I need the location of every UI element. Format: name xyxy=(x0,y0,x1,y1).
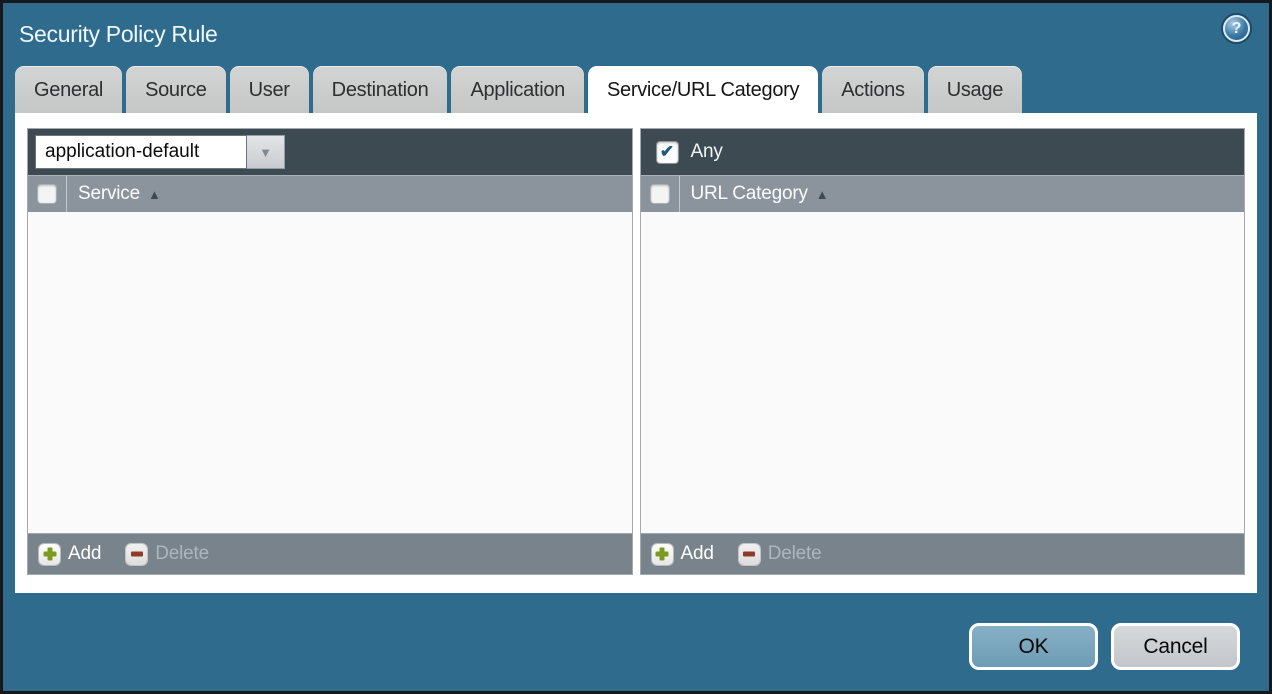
service-panel-header: ▼ xyxy=(28,129,632,175)
security-policy-rule-dialog: Security Policy Rule ? General Source Us… xyxy=(0,0,1272,694)
url-category-column-header: URL Category ▲ xyxy=(641,175,1245,212)
delete-icon xyxy=(739,544,760,565)
add-icon xyxy=(39,544,60,565)
tab-bar: General Source User Destination Applicat… xyxy=(3,65,1269,113)
service-add-label: Add xyxy=(68,543,101,565)
service-select-all-checkbox[interactable] xyxy=(38,185,56,203)
url-category-select-all-checkbox[interactable] xyxy=(651,185,669,203)
service-column-label[interactable]: Service xyxy=(78,183,140,205)
dialog-titlebar: Security Policy Rule xyxy=(3,3,1269,65)
tab-content: ▼ Service ▲ Add Delete xyxy=(15,113,1257,593)
url-category-select-all-cell xyxy=(641,176,680,212)
url-category-list[interactable] xyxy=(641,212,1245,533)
url-category-panel-footer: Add Delete xyxy=(641,533,1245,574)
tab-application[interactable]: Application xyxy=(451,66,584,113)
tab-user[interactable]: User xyxy=(230,66,309,113)
service-delete-label: Delete xyxy=(155,543,209,565)
service-list[interactable] xyxy=(28,212,632,533)
cancel-button[interactable]: Cancel xyxy=(1111,623,1240,670)
any-row: ✔ Any xyxy=(648,141,723,163)
tab-source[interactable]: Source xyxy=(126,66,226,113)
add-icon xyxy=(652,544,673,565)
tab-actions[interactable]: Actions xyxy=(822,66,924,113)
service-panel: ▼ Service ▲ Add Delete xyxy=(27,128,633,575)
service-column-header: Service ▲ xyxy=(28,175,632,212)
dialog-title: Security Policy Rule xyxy=(19,21,218,48)
url-category-panel: ✔ Any URL Category ▲ Add xyxy=(640,128,1246,575)
url-category-column-label[interactable]: URL Category xyxy=(691,183,808,205)
tab-service-url-category[interactable]: Service/URL Category xyxy=(588,66,818,113)
service-type-input[interactable] xyxy=(35,135,247,169)
service-delete-button[interactable]: Delete xyxy=(126,543,209,565)
sort-asc-icon[interactable]: ▲ xyxy=(816,187,829,202)
url-category-delete-button[interactable]: Delete xyxy=(739,543,822,565)
url-category-panel-header: ✔ Any xyxy=(641,129,1245,175)
tab-usage[interactable]: Usage xyxy=(928,66,1022,113)
help-icon[interactable]: ? xyxy=(1223,15,1250,42)
sort-asc-icon[interactable]: ▲ xyxy=(148,187,161,202)
service-type-dropdown-button[interactable]: ▼ xyxy=(247,135,285,169)
delete-icon xyxy=(126,544,147,565)
chevron-down-icon: ▼ xyxy=(259,145,272,160)
check-icon: ✔ xyxy=(660,143,674,160)
service-select-all-cell xyxy=(28,176,67,212)
dialog-actions: OK Cancel xyxy=(969,623,1240,670)
url-category-delete-label: Delete xyxy=(768,543,822,565)
any-checkbox[interactable]: ✔ xyxy=(657,142,678,163)
tab-general[interactable]: General xyxy=(15,66,122,113)
service-add-button[interactable]: Add xyxy=(39,543,101,565)
ok-button[interactable]: OK xyxy=(969,623,1098,670)
service-type-dropdown[interactable]: ▼ xyxy=(35,135,285,169)
any-label: Any xyxy=(691,141,723,163)
service-panel-footer: Add Delete xyxy=(28,533,632,574)
tab-destination[interactable]: Destination xyxy=(313,66,448,113)
url-category-add-button[interactable]: Add xyxy=(652,543,714,565)
help-icon-glyph: ? xyxy=(1232,20,1242,38)
url-category-add-label: Add xyxy=(681,543,714,565)
